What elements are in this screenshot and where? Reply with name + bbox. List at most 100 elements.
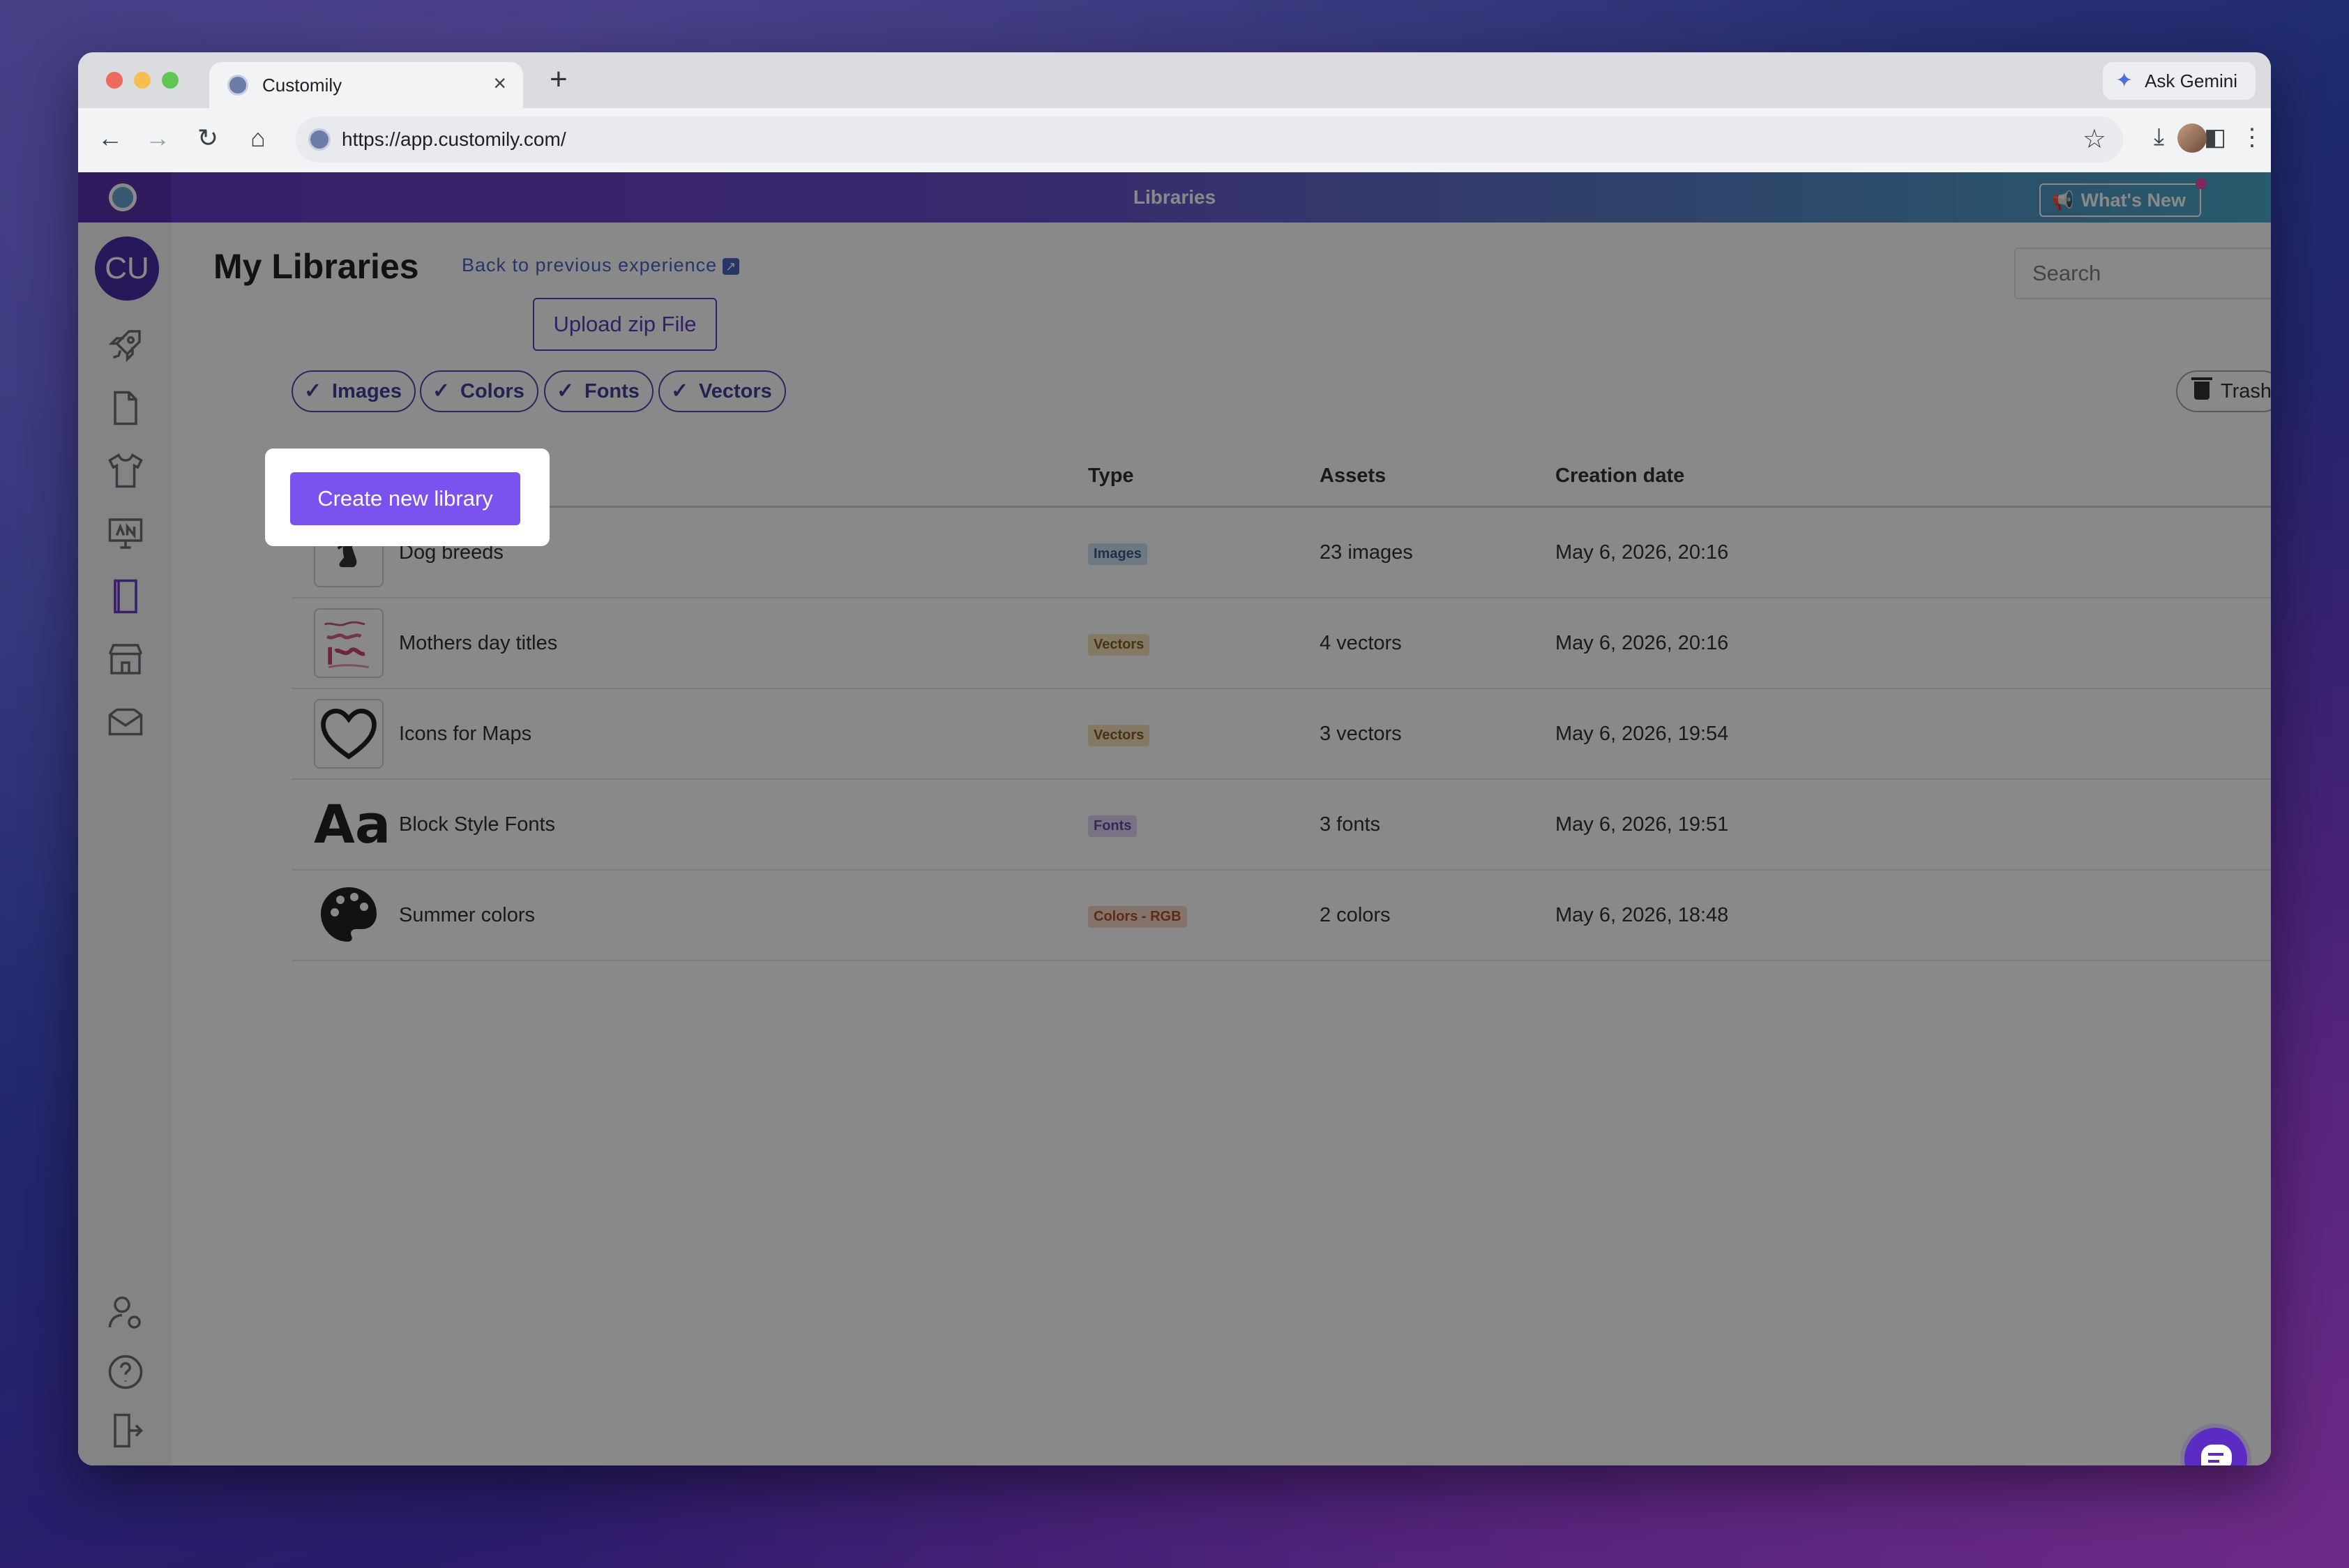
monitor-icon[interactable] [105, 513, 146, 555]
font-sample-text: Aa [314, 793, 391, 855]
library-name[interactable]: Icons for Maps [399, 723, 531, 745]
logout-icon[interactable] [105, 1410, 146, 1452]
filter-label: Vectors [699, 380, 772, 402]
user-avatar[interactable]: CU [95, 236, 159, 301]
table-row[interactable]: Mothers day titles Vectors 4 vectors May… [292, 598, 2271, 689]
ask-gemini-button[interactable]: ✦ Ask Gemini [2103, 62, 2256, 100]
check-icon: ✓ [304, 379, 322, 402]
type-cell: Vectors [1088, 598, 1320, 689]
new-tab-button[interactable]: + [550, 62, 568, 97]
page-title: My Libraries [213, 247, 419, 286]
date-cell: May 6, 2026, 19:51 [1555, 779, 2271, 870]
library-name[interactable]: Mothers day titles [399, 632, 557, 654]
side-panel-icon[interactable]: ◧ [2204, 123, 2226, 151]
name-cell: Summer colors [292, 870, 1088, 961]
book-icon[interactable] [105, 575, 146, 617]
address-bar[interactable]: https://app.customily.com/ ☆ [296, 116, 2123, 163]
forward-arrow-icon[interactable]: → [142, 123, 173, 153]
name-cell: Icons for Maps [292, 688, 1088, 780]
trash-can-icon [2191, 377, 2212, 400]
filter-chip-vectors[interactable]: ✓ Vectors [658, 370, 786, 412]
help-icon[interactable] [105, 1351, 146, 1393]
heart-icon [314, 699, 384, 769]
type-cell: Images [1088, 506, 1320, 598]
external-link-icon: ↗ [723, 257, 740, 275]
back-to-previous-link[interactable]: Back to previous experience ↗ [462, 255, 740, 276]
store-icon[interactable] [105, 638, 146, 680]
assets-cell: 3 vectors [1320, 688, 1555, 780]
more-menu-icon[interactable]: ⋮ [2240, 123, 2264, 151]
assets-cell: 3 fonts [1320, 779, 1555, 870]
browser-window: Customily × + ✦ Ask Gemini ← → ↻ ⌂ https… [78, 52, 2271, 1465]
create-new-library-button[interactable]: Create new library [290, 472, 520, 525]
rocket-icon[interactable] [105, 324, 146, 366]
column-header-type[interactable]: Type [1088, 446, 1320, 508]
gemini-sparkle-icon: ✦ [2115, 69, 2133, 92]
customily-favicon-icon [227, 75, 248, 96]
whats-new-button[interactable]: 📢 What's New [2039, 178, 2207, 217]
filter-label: Colors [460, 380, 524, 402]
font-sample-icon: Aa [314, 790, 391, 859]
date-cell: May 6, 2026, 20:16 [1555, 598, 2271, 689]
whats-new-label: What's New [2080, 190, 2186, 211]
filter-label: Images [332, 380, 402, 402]
bookmark-star-icon[interactable]: ☆ [2083, 123, 2106, 155]
filter-chip-colors[interactable]: ✓ Colors [420, 370, 538, 412]
url-text[interactable]: https://app.customily.com/ [342, 128, 566, 151]
upload-zip-button[interactable]: Upload zip File [533, 298, 717, 351]
close-window-button[interactable] [106, 72, 123, 89]
download-icon[interactable]: ⤓ [2154, 123, 2164, 151]
check-icon: ✓ [557, 379, 575, 402]
customily-app: Libraries 📢 What's New CU My Libraries B… [78, 172, 2271, 1465]
check-icon: ✓ [432, 379, 451, 402]
check-icon: ✓ [671, 379, 689, 402]
date-cell: May 6, 2026, 19:54 [1555, 688, 2271, 780]
tab-close-icon[interactable]: × [493, 70, 506, 96]
inbox-icon[interactable] [105, 701, 146, 743]
main-content: My Libraries Back to previous experience… [172, 223, 2271, 1465]
document-icon[interactable] [105, 387, 146, 429]
palette-icon [314, 880, 384, 950]
library-name[interactable]: Block Style Fonts [399, 813, 555, 836]
type-badge: Colors - RGB [1088, 905, 1187, 928]
table-row[interactable]: Icons for Maps Vectors 3 vectors May 6, … [292, 688, 2271, 780]
filter-label: Fonts [584, 380, 640, 402]
filter-chip-images[interactable]: ✓ Images [292, 370, 416, 412]
back-link-label: Back to previous experience [462, 255, 718, 276]
tab-title: Customily [262, 75, 342, 96]
column-header-assets[interactable]: Assets [1320, 446, 1555, 508]
table-row[interactable]: Aa Block Style Fonts Fonts 3 fonts May 6… [292, 779, 2271, 870]
site-info-icon[interactable] [308, 128, 331, 151]
date-cell: May 6, 2026, 18:48 [1555, 870, 2271, 961]
minimize-window-button[interactable] [134, 72, 151, 89]
tab-bar: Customily × + ✦ Ask Gemini [78, 52, 2271, 108]
spotlight-highlight: Create new library [265, 448, 550, 546]
home-icon[interactable]: ⌂ [243, 123, 273, 153]
filter-chip-fonts[interactable]: ✓ Fonts [544, 370, 654, 412]
tshirt-icon[interactable] [105, 450, 146, 492]
trash-button[interactable]: Trash [2176, 370, 2271, 412]
name-cell: Mothers day titles [292, 598, 1088, 689]
reload-icon[interactable]: ↻ [192, 123, 223, 153]
column-header-creation-date[interactable]: Creation date [1555, 446, 2271, 508]
back-arrow-icon[interactable]: ← [95, 123, 126, 153]
browser-toolbar: ← → ↻ ⌂ https://app.customily.com/ ☆ ⤓ ◧… [78, 108, 2271, 172]
browser-tab[interactable]: Customily × [209, 62, 523, 108]
table-row[interactable]: Summer colors Colors - RGB 2 colors May … [292, 870, 2271, 961]
sidebar: CU [78, 223, 172, 1465]
maximize-window-button[interactable] [162, 72, 179, 89]
library-name[interactable]: Summer colors [399, 904, 535, 926]
profile-avatar[interactable] [2177, 123, 2207, 153]
type-cell: Vectors [1088, 688, 1320, 780]
type-cell: Fonts [1088, 779, 1320, 870]
chat-bubble-icon [2201, 1445, 2232, 1465]
type-cell: Colors - RGB [1088, 870, 1320, 961]
search-input[interactable] [2014, 248, 2271, 299]
assets-cell: 4 vectors [1320, 598, 1555, 689]
date-cell: May 6, 2026, 20:16 [1555, 506, 2271, 598]
user-settings-icon[interactable] [105, 1292, 146, 1334]
table-header-row: Name Type Assets Creation date [292, 446, 2271, 508]
table-row[interactable]: Dog breeds Images 23 images May 6, 2026,… [292, 506, 2271, 598]
header-title: Libraries [1133, 186, 1216, 208]
mothers-day-artwork-icon [314, 608, 384, 678]
